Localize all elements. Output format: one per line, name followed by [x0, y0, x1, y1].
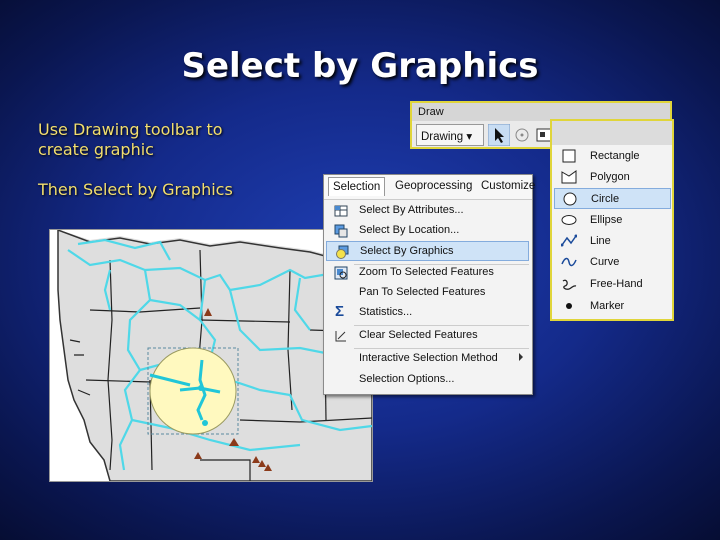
shape-item-marker[interactable]: Marker [554, 296, 671, 317]
selection-menu: Selection Geoprocessing Customize Select… [323, 174, 535, 395]
bullet-drawing-toolbar: Use Drawing toolbar to create graphic [38, 120, 223, 159]
shape-item-curve[interactable]: Curve [554, 252, 671, 273]
freehand-icon [562, 279, 577, 290]
graphics-select-icon [336, 245, 349, 259]
zoom-selected-icon [334, 266, 348, 280]
menu-customize[interactable]: Customize [481, 180, 535, 192]
marker-icon [566, 303, 572, 309]
menu-item-select-by-graphics[interactable]: Select By Graphics [326, 241, 529, 261]
menu-geoprocessing[interactable]: Geoprocessing [395, 180, 472, 192]
shape-item-freehand[interactable]: Free-Hand [554, 274, 671, 295]
rectangle-icon [562, 149, 576, 163]
circle-icon [563, 192, 577, 206]
menu-item-pan-to-selected[interactable]: Pan To Selected Features [326, 283, 529, 303]
line-icon [561, 234, 577, 247]
location-select-icon [334, 224, 348, 238]
menu-item-zoom-to-selected[interactable]: Zoom To Selected Features [326, 263, 529, 283]
menu-item-selection-options[interactable]: Selection Options... [326, 370, 529, 390]
table-select-icon [334, 205, 348, 217]
bullet-select-by-graphics: Then Select by Graphics [38, 180, 233, 199]
shape-dropdown-menu: Rectangle Polygon Circle Ellipse Line Cu… [550, 119, 674, 321]
shape-item-ellipse[interactable]: Ellipse [554, 210, 671, 231]
ellipse-icon [561, 215, 577, 225]
slide-title: Select by Graphics [181, 46, 539, 86]
menu-bar: Selection Geoprocessing Customize [324, 175, 535, 200]
rotate-icon[interactable] [512, 124, 532, 146]
drawing-menu-button[interactable]: Drawing ▾ [416, 124, 484, 146]
menu-item-interactive-selection-method[interactable]: Interactive Selection Method [326, 349, 529, 369]
sigma-icon: Σ [335, 303, 345, 320]
menu-item-select-by-location[interactable]: Select By Location... [326, 221, 529, 241]
menu-item-clear-selected[interactable]: Clear Selected Features [326, 326, 529, 346]
shape-item-circle[interactable]: Circle [554, 188, 671, 209]
clear-selection-icon [335, 331, 346, 342]
menu-item-statistics[interactable]: Σ Statistics... [326, 303, 529, 323]
menu-selection[interactable]: Selection [328, 177, 386, 196]
shape-item-rectangle[interactable]: Rectangle [554, 146, 671, 167]
shape-item-polygon[interactable]: Polygon [554, 167, 671, 188]
select-elements-icon[interactable] [488, 124, 510, 146]
submenu-arrow-icon [519, 353, 523, 361]
shape-dropdown-header [552, 121, 672, 145]
polygon-icon [561, 170, 577, 184]
shape-item-line[interactable]: Line [554, 231, 671, 252]
curve-icon [561, 257, 577, 267]
menu-item-select-by-attributes[interactable]: Select By Attributes... [326, 201, 529, 221]
